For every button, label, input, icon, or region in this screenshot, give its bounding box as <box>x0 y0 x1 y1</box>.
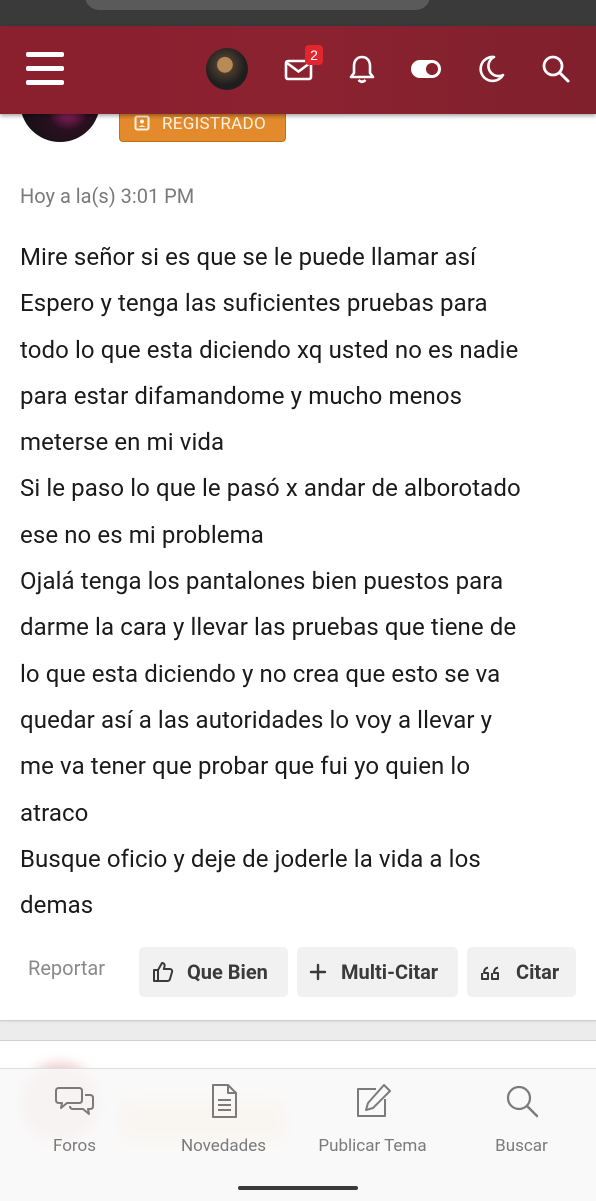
quote-button[interactable]: Citar <box>467 947 576 997</box>
notification-badge: 2 <box>305 45 323 65</box>
nav-label-foros: Foros <box>53 1136 96 1156</box>
post-line: Espero y tenga las suficientes pruebas p… <box>20 289 488 318</box>
plus-icon <box>309 963 327 981</box>
moon-icon[interactable] <box>474 52 508 86</box>
multi-quote-button[interactable]: Multi-Citar <box>297 947 458 997</box>
post-author-strip: REGISTRADO <box>0 114 596 161</box>
post-line: Busque oficio y deje de joderle la vida … <box>20 844 481 873</box>
browser-top-bar <box>0 0 596 28</box>
forum-post: Hoy a la(s) 3:01 PM Mire señor si es que… <box>0 160 596 1021</box>
user-role-badge: REGISTRADO <box>119 114 286 142</box>
nav-label-buscar: Buscar <box>495 1136 548 1156</box>
like-button[interactable]: Que Bien <box>139 947 288 997</box>
home-indicator[interactable] <box>238 1186 358 1190</box>
multi-quote-label: Multi-Citar <box>341 960 439 984</box>
post-line: me va tener que probar que fui yo quien … <box>20 752 471 781</box>
post-line: quedar así a las autoridades lo voy a ll… <box>20 705 493 734</box>
avatar[interactable] <box>206 48 248 90</box>
quote-button-label: Citar <box>516 960 560 984</box>
post-line: atraco <box>20 798 89 827</box>
toggle-icon[interactable] <box>409 52 443 86</box>
search-icon <box>506 1085 538 1118</box>
address-bar[interactable] <box>85 0 430 10</box>
post-line: para estar difamandome y mucho menos <box>20 381 463 410</box>
site-header: 2 <box>0 26 596 114</box>
post-line: demas <box>20 891 94 920</box>
quote-icon <box>481 966 499 980</box>
nav-item-foros[interactable]: Foros <box>0 1069 149 1169</box>
report-link[interactable]: Reportar <box>28 956 105 980</box>
nav-item-publicar-tema[interactable]: Publicar Tema <box>298 1069 447 1169</box>
document-icon <box>211 1084 237 1118</box>
bottom-navigation: Foros Novedades Publicar Tema Buscar <box>0 1068 596 1201</box>
chat-bubbles-icon <box>54 1087 94 1115</box>
search-icon[interactable] <box>539 52 573 86</box>
like-button-label: Que Bien <box>187 960 268 984</box>
post-line: ese no es mi problema <box>20 520 264 549</box>
menu-icon[interactable] <box>26 52 64 86</box>
thumbs-up-icon <box>153 962 174 982</box>
nav-label-novedades: Novedades <box>180 1136 267 1156</box>
post-timestamp[interactable]: Hoy a la(s) 3:01 PM <box>20 184 194 208</box>
nav-label-publicar-tema: Publicar Tema <box>318 1136 427 1156</box>
bell-icon[interactable] <box>345 52 379 86</box>
author-avatar[interactable] <box>20 114 100 142</box>
post-line: Ojalá tenga los pantalones bien puestos … <box>20 567 504 596</box>
role-badge-label: REGISTRADO <box>162 114 266 134</box>
post-line: meterse en mi vida <box>20 428 225 457</box>
post-line: Mire señor si es que se le puede llamar … <box>20 243 477 271</box>
user-card-icon <box>134 115 150 131</box>
edit-icon <box>356 1084 391 1117</box>
nav-item-novedades[interactable]: Novedades <box>149 1069 298 1169</box>
post-line: lo que esta diciendo y no crea que esto … <box>20 659 501 688</box>
nav-item-buscar[interactable]: Buscar <box>447 1069 596 1169</box>
post-line: Si le paso lo que le pasó x andar de alb… <box>20 474 521 503</box>
post-line: todo lo que esta diciendo xq usted no es… <box>20 335 519 364</box>
post-line: darme la cara y llevar las pruebas que t… <box>20 613 517 642</box>
post-body: Mire señor si es que se le puede llamar … <box>20 234 580 928</box>
